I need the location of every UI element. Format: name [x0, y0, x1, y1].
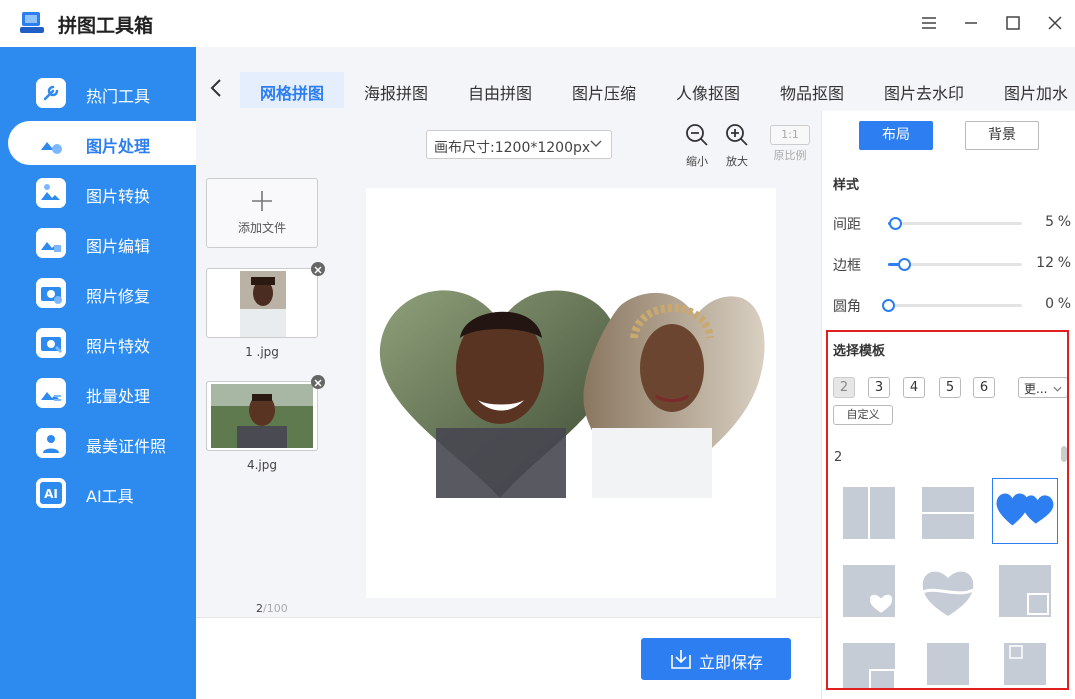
scrollbar-thumb[interactable]	[1061, 446, 1067, 462]
count-option-5[interactable]: 5	[939, 377, 961, 398]
style-section-title: 样式	[833, 178, 860, 193]
tab-portrait-cutout[interactable]: 人像抠图	[656, 72, 760, 108]
count-option-6[interactable]: 6	[973, 377, 995, 398]
file-thumbnail-2[interactable]	[206, 375, 325, 451]
layout-button[interactable]: 布局	[859, 121, 933, 150]
portrait-thumbnail-image	[240, 271, 286, 337]
template-two-columns[interactable]	[836, 480, 902, 546]
remove-file-icon[interactable]	[311, 375, 325, 389]
background-button[interactable]: 背景	[965, 121, 1039, 150]
slider-thumb[interactable]	[898, 258, 912, 271]
canvas-size-select[interactable]: 画布尺寸:1200*1200px	[426, 130, 612, 159]
slider-thumb[interactable]	[888, 217, 902, 230]
slider-track[interactable]	[888, 217, 1022, 230]
app-logo-icon	[20, 12, 44, 33]
portrait-thumbnail-image	[211, 384, 313, 448]
back-chevron-icon[interactable]	[206, 77, 228, 99]
batch-icon	[36, 378, 66, 408]
tab-free-collage[interactable]: 自由拼图	[448, 72, 552, 108]
sidebar-item-image-process[interactable]: 图片处理	[8, 121, 196, 165]
template-section: 选择模板 2 3 4 5 6 更... 自定义 2	[826, 330, 1069, 690]
sidebar-item-image-convert[interactable]: 图片转换	[8, 171, 196, 215]
minimize-icon[interactable]	[960, 12, 982, 34]
menu-icon[interactable]	[918, 12, 940, 34]
sidebar-item-photo-effect[interactable]: 照片特效	[8, 321, 196, 365]
count-option-2[interactable]: 2	[833, 377, 855, 398]
count-option-3[interactable]: 3	[868, 377, 890, 398]
template-heart-split[interactable]	[915, 558, 981, 624]
image-edit-icon	[36, 228, 66, 258]
tab-remove-watermark[interactable]: 图片去水印	[864, 72, 984, 108]
heart-collage-image	[379, 290, 765, 498]
photo-repair-icon	[36, 278, 66, 308]
sidebar: 热门工具 图片处理 图片转换 图片编辑 照片修复 照片特效 批量处理 最美证件照…	[0, 47, 196, 699]
chevron-down-icon	[1053, 386, 1062, 392]
slider-thumb[interactable]	[882, 299, 895, 312]
count-option-4[interactable]: 4	[903, 377, 925, 398]
close-icon[interactable]	[1044, 12, 1066, 34]
spacing-slider[interactable]: 间距 5 %	[833, 213, 1071, 233]
image-process-icon	[36, 128, 66, 158]
more-count-select[interactable]: 更...	[1018, 377, 1067, 398]
template-single-square[interactable]	[915, 636, 981, 690]
file-counter: 2/100	[256, 602, 288, 615]
slider-track[interactable]	[888, 258, 1022, 271]
template-picture-in-picture[interactable]	[992, 558, 1058, 624]
collage-canvas[interactable]	[366, 188, 776, 598]
image-convert-icon	[36, 178, 66, 208]
original-ratio-button[interactable]: 1:1 原比例	[770, 125, 810, 163]
file-name: 1 .jpg	[245, 345, 279, 359]
template-heart-corner[interactable]	[836, 558, 902, 624]
title-bar: 拼图工具箱	[0, 0, 1075, 47]
template-two-hearts[interactable]	[992, 478, 1058, 544]
svg-text:AI: AI	[44, 487, 58, 501]
bottom-bar: 立即保存	[196, 617, 821, 699]
file-name: 4.jpg	[246, 458, 278, 472]
zoom-out-button[interactable]: 缩小	[677, 123, 717, 169]
tab-compress[interactable]: 图片压缩	[552, 72, 656, 108]
workspace: 画布尺寸:1200*1200px 缩小 放大 1:1 原比例 添加文件 1 .j…	[196, 111, 821, 617]
sidebar-item-hot-tools[interactable]: 热门工具	[8, 71, 196, 115]
download-icon	[671, 650, 691, 669]
sidebar-item-batch[interactable]: 批量处理	[8, 371, 196, 415]
settings-panel: 布局 背景 样式 间距 5 % 边框 12 % 圆角 0 % 选择模板 2 3 …	[821, 111, 1075, 699]
slider-track[interactable]	[882, 299, 1022, 312]
plus-icon	[252, 191, 272, 211]
tab-poster-collage[interactable]: 海报拼图	[344, 72, 448, 108]
template-inset-top-left[interactable]	[992, 636, 1058, 690]
border-slider[interactable]: 边框 12 %	[833, 254, 1071, 274]
chevron-down-icon	[590, 140, 602, 147]
template-two-rows[interactable]	[915, 480, 981, 546]
wrench-icon	[36, 78, 66, 108]
sidebar-item-ai-tools[interactable]: AI AI工具	[8, 471, 196, 515]
template-section-title: 选择模板	[833, 344, 886, 359]
sidebar-item-id-photo[interactable]: 最美证件照	[8, 421, 196, 465]
file-thumbnail-1[interactable]	[206, 262, 325, 338]
remove-file-icon[interactable]	[311, 262, 325, 276]
template-overlay-bottom[interactable]	[836, 636, 902, 690]
zoom-in-button[interactable]: 放大	[717, 123, 757, 169]
tab-add-watermark[interactable]: 图片加水	[984, 72, 1075, 108]
id-photo-icon	[36, 428, 66, 458]
zoom-in-icon	[726, 124, 748, 146]
save-button[interactable]: 立即保存	[641, 638, 791, 680]
add-file-button[interactable]: 添加文件	[206, 178, 318, 248]
zoom-out-icon	[686, 124, 708, 146]
maximize-icon[interactable]	[1002, 12, 1024, 34]
template-group-label: 2	[834, 450, 843, 465]
tab-grid-collage[interactable]: 网格拼图	[240, 72, 345, 108]
tab-object-cutout[interactable]: 物品抠图	[760, 72, 864, 108]
ai-icon: AI	[36, 478, 66, 508]
custom-count-button[interactable]: 自定义	[833, 405, 893, 425]
sidebar-item-photo-repair[interactable]: 照片修复	[8, 271, 196, 315]
corner-radius-slider[interactable]: 圆角 0 %	[833, 295, 1071, 315]
photo-effect-icon	[36, 328, 66, 358]
sidebar-item-image-edit[interactable]: 图片编辑	[8, 221, 196, 265]
app-title: 拼图工具箱	[58, 15, 154, 37]
tool-tabs: 网格拼图 海报拼图 自由拼图 图片压缩 人像抠图 物品抠图 图片去水印 图片加水	[196, 47, 1075, 111]
